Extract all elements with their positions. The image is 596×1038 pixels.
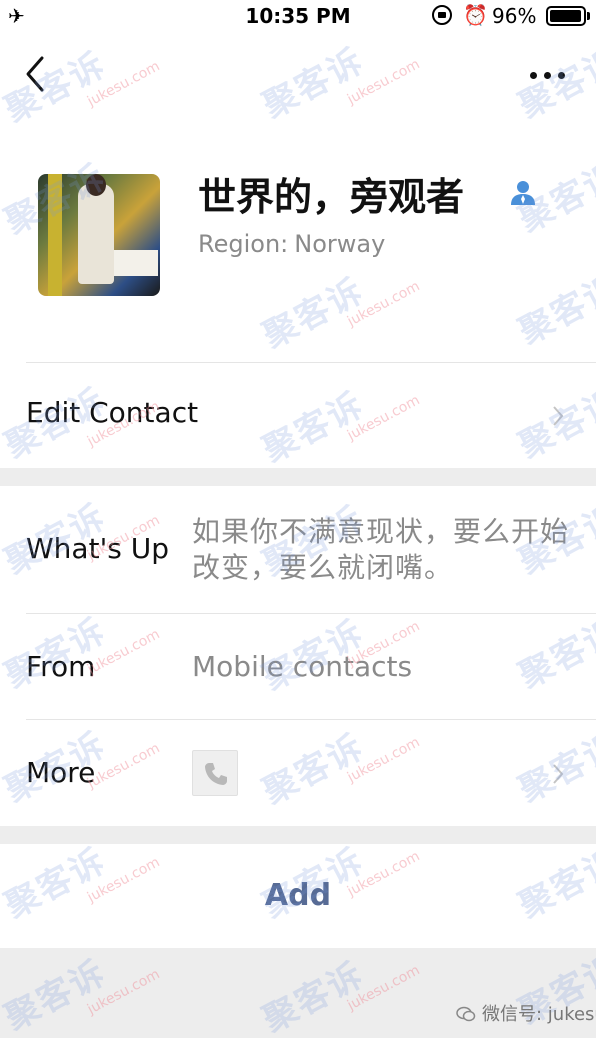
chevron-left-icon — [26, 56, 44, 92]
edit-contact-label: Edit Contact — [26, 396, 199, 429]
watermark-text: jukesu.com — [84, 966, 163, 1018]
profile-header: 世界的，旁观者 Region: Norway — [0, 122, 596, 362]
from-value: Mobile contacts — [192, 650, 413, 683]
watermark-text: jukesu.com — [344, 962, 423, 1014]
region-label: Region: — [198, 230, 289, 258]
chevron-right-icon — [553, 764, 564, 784]
edit-contact-row[interactable]: Edit Contact — [0, 362, 596, 468]
from-row: From Mobile contacts — [0, 614, 596, 720]
from-label: From — [26, 650, 96, 683]
avatar[interactable] — [38, 174, 160, 296]
divider — [26, 362, 596, 363]
back-button[interactable] — [20, 54, 52, 94]
dot-icon — [544, 72, 551, 79]
navigation-bar — [0, 32, 596, 122]
chevron-right-icon — [553, 406, 564, 426]
battery-icon — [546, 6, 586, 26]
phone-icon — [205, 763, 227, 785]
whats-up-row: What's Up 如果你不满意现状，要么开始改变，要么就闭嘴。 — [0, 486, 596, 614]
add-contact-button[interactable]: Add — [0, 844, 596, 948]
dot-icon — [530, 72, 537, 79]
orientation-lock-icon — [432, 5, 452, 25]
more-options-button[interactable] — [526, 60, 570, 90]
wechat-icon — [456, 1006, 476, 1022]
add-label: Add — [264, 878, 332, 913]
whats-up-label: What's Up — [26, 532, 170, 565]
battery-tip — [587, 12, 590, 20]
wechat-account-mark: 微信号: jukesu — [456, 1000, 596, 1026]
phone-thumbnail — [192, 750, 238, 796]
wechat-account-text: 微信号: jukesu — [482, 1004, 596, 1025]
watermark-text: 聚客诉 — [256, 954, 371, 1038]
region-value: Norway — [294, 230, 386, 258]
alarm-icon: ⏰ — [463, 3, 488, 27]
more-row[interactable]: More — [0, 720, 596, 826]
battery-level-fill — [550, 10, 581, 22]
dot-icon — [558, 72, 565, 79]
status-bar: ✈ 10:35 PM ⏰ 96% — [0, 0, 596, 32]
battery-percentage: 96% — [492, 4, 537, 28]
region-text: Region: Norway — [198, 230, 385, 258]
whats-up-value: 如果你不满意现状，要么开始改变，要么就闭嘴。 — [192, 515, 570, 584]
contact-person-icon — [511, 181, 535, 205]
contact-nickname: 世界的，旁观者 — [198, 175, 465, 219]
more-label: More — [26, 756, 96, 789]
watermark-text: 聚客诉 — [0, 952, 113, 1038]
contact-details-section: What's Up 如果你不满意现状，要么开始改变，要么就闭嘴。 From Mo… — [0, 486, 596, 826]
